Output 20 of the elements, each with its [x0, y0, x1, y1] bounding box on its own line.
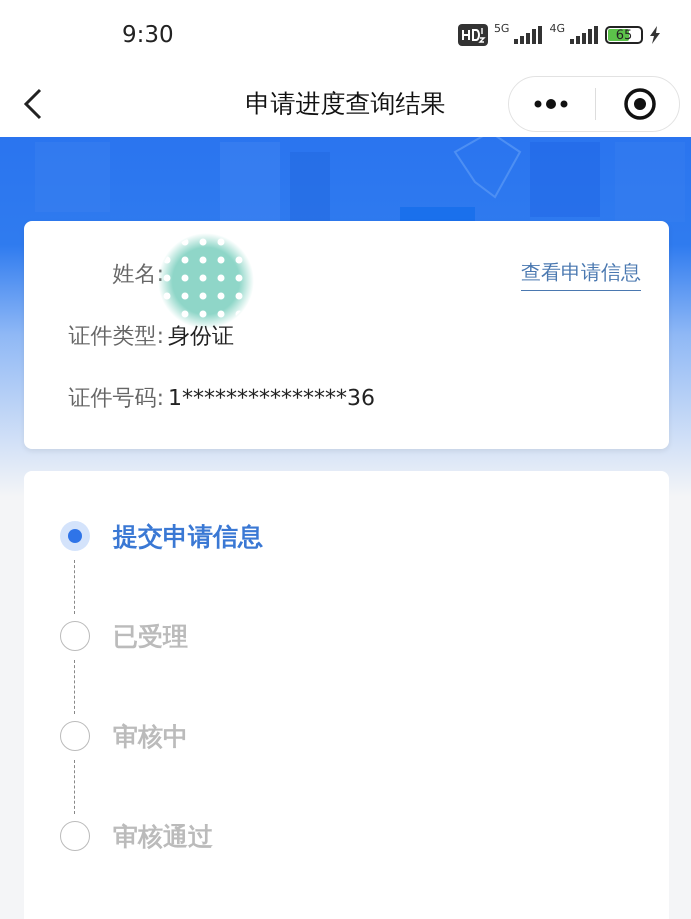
step-label: 已受理: [113, 620, 188, 652]
charging-icon: [649, 26, 661, 44]
more-icon[interactable]: [533, 98, 569, 110]
network-label: 5G: [494, 22, 510, 35]
signal-icon: [569, 26, 599, 44]
clock-time: 9:30: [122, 22, 174, 48]
step-label: 审核中: [113, 720, 188, 752]
field-label: 姓名:: [112, 261, 164, 289]
page-title: 申请进度查询结果: [246, 88, 446, 120]
field-label: 证件类型:: [68, 323, 164, 351]
network-label: 4G: [549, 22, 565, 35]
step-label: 审核通过: [113, 820, 213, 852]
field-label: 证件号码:: [68, 385, 164, 413]
signal-icon: [513, 26, 544, 44]
view-application-link[interactable]: 查看申请信息: [521, 259, 641, 291]
close-icon[interactable]: [623, 86, 657, 120]
step-label: 提交申请信息: [113, 520, 263, 552]
field-value: 1***************36: [168, 386, 375, 410]
field-value: 身份证: [168, 323, 234, 351]
hd-icon: [458, 24, 488, 46]
